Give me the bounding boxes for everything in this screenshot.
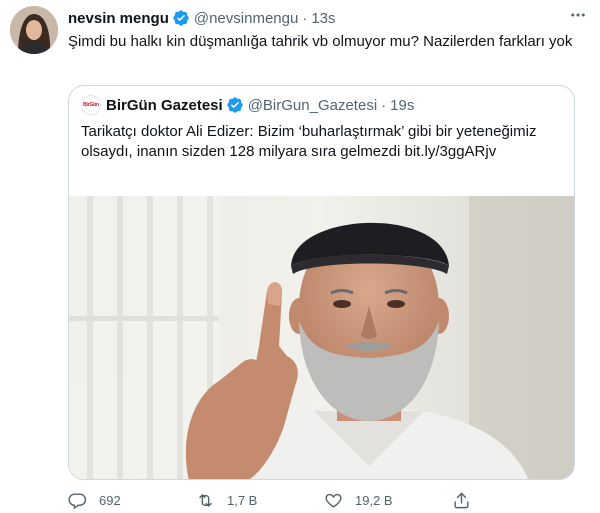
video-thumbnail[interactable] <box>69 196 574 479</box>
quoted-tweet-header: BirGün BirGün Gazetesi @BirGun_Gazetesi … <box>81 95 414 115</box>
retweet-button[interactable]: 1,7 B <box>196 491 324 510</box>
like-count: 19,2 B <box>355 492 393 508</box>
separator-dot: · <box>381 96 387 114</box>
avatar[interactable] <box>10 6 58 54</box>
quoted-author-handle: @BirGun_Gazetesi <box>247 96 378 114</box>
share-icon <box>454 492 469 508</box>
heart-icon <box>325 493 342 508</box>
quoted-tweet-time: 19s <box>390 96 415 114</box>
verified-badge-icon <box>173 10 189 26</box>
author-name[interactable]: nevsin mengu <box>68 10 169 27</box>
retweet-count: 1,7 B <box>227 492 258 508</box>
tweet[interactable]: nevsin mengu @nevsinmengu · 13s Şimdi bu… <box>0 0 600 513</box>
reply-icon <box>68 492 87 509</box>
tweet-actions: 692 1,7 B 19,2 B <box>68 489 508 511</box>
author-handle[interactable]: @nevsinmengu <box>194 10 298 27</box>
quoted-avatar: BirGün <box>81 95 101 115</box>
share-button[interactable] <box>452 491 483 510</box>
like-button[interactable]: 19,2 B <box>324 491 452 510</box>
quoted-tweet-text: Tarikatçı doktor Ali Edizer: Bizim ‘buha… <box>81 123 537 160</box>
reply-count: 692 <box>99 492 121 508</box>
tweet-header: nevsin mengu @nevsinmengu · 13s <box>68 7 570 29</box>
quoted-logo-text: BirGün <box>83 102 99 108</box>
tweet-time[interactable]: 13s <box>311 10 335 27</box>
retweet-icon <box>199 493 212 507</box>
reply-button[interactable]: 692 <box>68 491 196 510</box>
verified-badge-icon <box>227 97 243 113</box>
quoted-author-name: BirGün Gazetesi <box>106 96 223 114</box>
tweet-text: Şimdi bu halkı kin düşmanlığa tahrik vb … <box>68 33 573 50</box>
quoted-tweet[interactable]: BirGün BirGün Gazetesi @BirGun_Gazetesi … <box>68 85 575 480</box>
separator-dot: · <box>302 9 308 27</box>
more-icon[interactable] <box>566 6 590 30</box>
